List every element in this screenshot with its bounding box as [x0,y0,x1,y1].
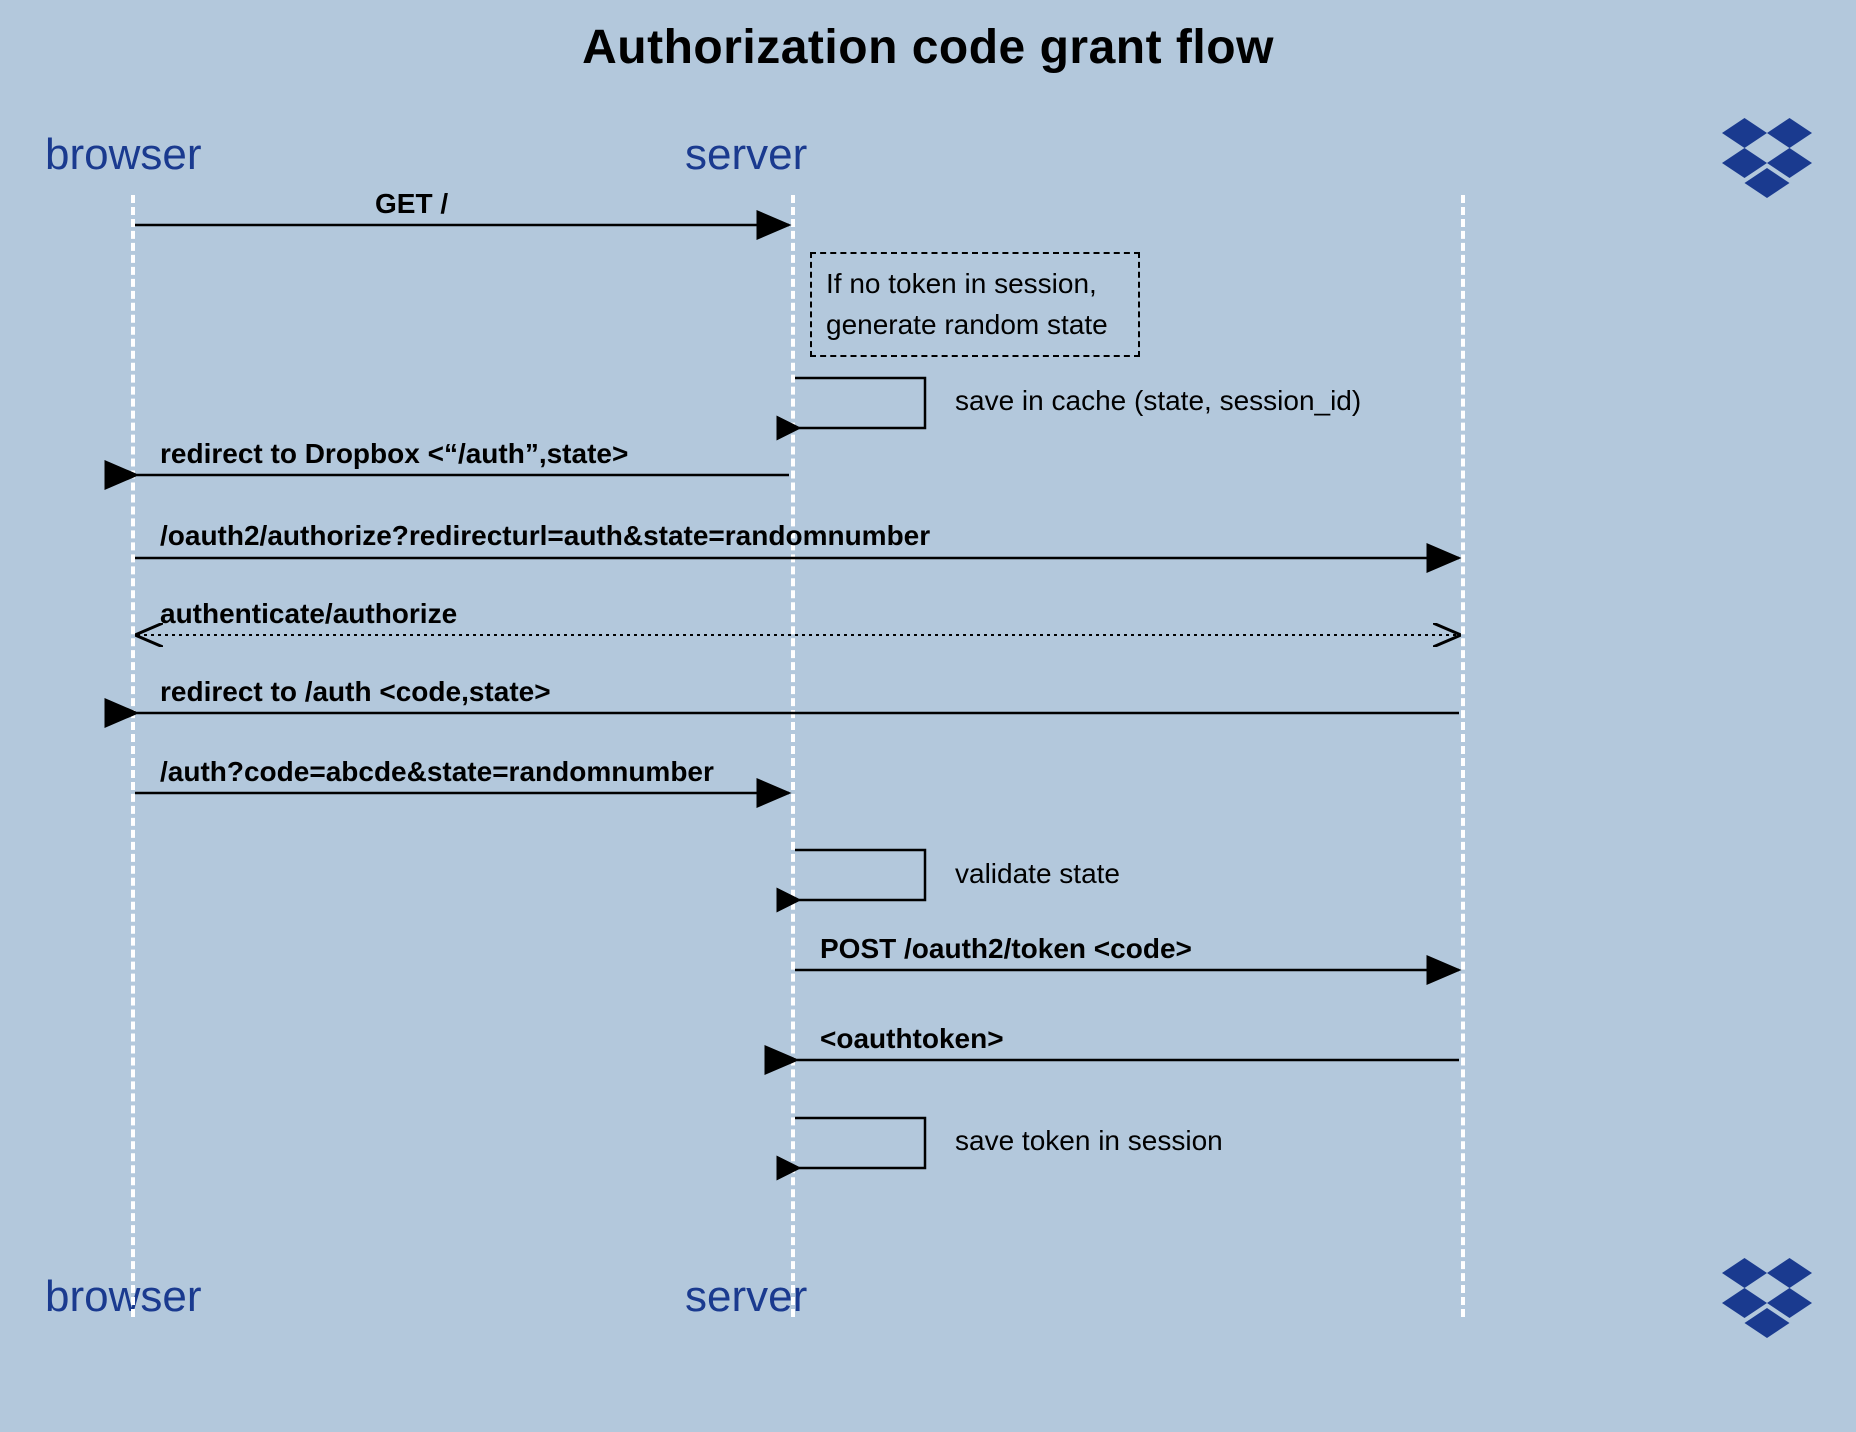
lifeline-server [791,195,795,1317]
msg-validate-state: validate state [955,858,1120,890]
msg-redirect-dropbox: redirect to Dropbox <“/auth”,state> [160,438,628,470]
dropbox-icon [1722,118,1812,198]
actor-server-top: server [685,130,807,180]
note-line2: generate random state [826,305,1124,346]
note-no-token: If no token in session, generate random … [810,252,1140,357]
dropbox-icon [1722,1258,1812,1338]
msg-oauthtoken: <oauthtoken> [820,1023,1004,1055]
arrows-layer [0,0,1856,1432]
msg-post-token: POST /oauth2/token <code> [820,933,1192,965]
lifeline-browser [131,195,135,1317]
msg-save-token: save token in session [955,1125,1223,1157]
lifeline-dropbox [1461,195,1465,1317]
msg-get-root: GET / [375,188,448,220]
msg-oauth-authorize: /oauth2/authorize?redirecturl=auth&state… [160,520,930,552]
msg-auth-code: /auth?code=abcde&state=randomnumber [160,756,714,788]
msg-authenticate: authenticate/authorize [160,598,457,630]
actor-browser-top: browser [45,130,202,180]
note-line1: If no token in session, [826,264,1124,305]
msg-save-cache: save in cache (state, session_id) [955,385,1361,417]
diagram-title: Authorization code grant flow [582,20,1274,75]
actor-browser-bottom: browser [45,1272,202,1322]
msg-redirect-auth: redirect to /auth <code,state> [160,676,551,708]
actor-server-bottom: server [685,1272,807,1322]
sequence-diagram: Authorization code grant flow browser se… [0,0,1856,1432]
